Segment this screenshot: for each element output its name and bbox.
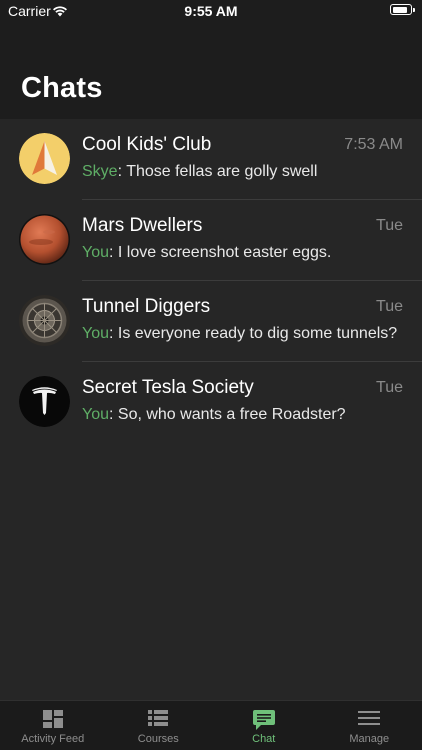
chat-name: Secret Tesla Society xyxy=(82,377,254,398)
page-title: Chats xyxy=(21,72,103,104)
clock: 9:55 AM xyxy=(184,3,238,19)
tab-label: Activity Feed xyxy=(21,733,85,745)
chat-list: Cool Kids' Club 7:53 AM Skye: Those fell… xyxy=(0,119,422,443)
tesla-logo-avatar xyxy=(19,376,70,427)
tab-label: Chat xyxy=(252,733,276,745)
chat-sender: You xyxy=(82,406,109,423)
tab-courses[interactable]: Courses xyxy=(106,701,212,750)
menu-icon xyxy=(358,711,381,725)
chat-preview: Skye: Those fellas are golly swell xyxy=(82,163,318,180)
navigation-bar: Chats xyxy=(0,22,422,119)
chat-timestamp: Tue xyxy=(376,379,403,396)
chat-row-mars-dwellers[interactable]: Mars Dwellers Tue You: I love screenshot… xyxy=(0,200,422,281)
chat-sender: You xyxy=(82,325,109,342)
tab-manage[interactable]: Manage xyxy=(317,701,422,750)
chat-bubble-icon xyxy=(252,710,275,730)
chat-preview: You: Is everyone ready to dig some tunne… xyxy=(82,325,398,342)
chat-preview: You: I love screenshot easter eggs. xyxy=(82,244,332,261)
list-icon xyxy=(148,710,169,726)
chat-message: Those fellas are golly swell xyxy=(126,163,318,180)
tab-label: Manage xyxy=(349,733,390,745)
tab-bar: Activity Feed Courses Chat Manage xyxy=(0,700,422,750)
chat-row-cool-kids-club[interactable]: Cool Kids' Club 7:53 AM Skye: Those fell… xyxy=(0,119,422,200)
battery-icon xyxy=(390,4,415,15)
chat-preview: You: So, who wants a free Roadster? xyxy=(82,406,346,423)
chat-timestamp: Tue xyxy=(376,298,403,315)
tunnel-boring-machine-avatar xyxy=(19,295,70,346)
tab-chat[interactable]: Chat xyxy=(211,701,317,750)
chat-row-secret-tesla-society[interactable]: Secret Tesla Society Tue You: So, who wa… xyxy=(0,362,422,443)
chat-sender: Skye xyxy=(82,163,118,180)
chat-message: I love screenshot easter eggs. xyxy=(117,244,332,261)
mars-avatar xyxy=(19,214,70,265)
tab-activity-feed[interactable]: Activity Feed xyxy=(0,701,106,750)
chat-name: Tunnel Diggers xyxy=(82,296,211,317)
dashboard-icon xyxy=(42,710,63,728)
status-bar: Carrier 9:55 AM xyxy=(0,0,422,22)
chat-name: Cool Kids' Club xyxy=(82,134,212,155)
chat-timestamp: 7:53 AM xyxy=(344,136,403,153)
chat-message: Is everyone ready to dig some tunnels? xyxy=(117,325,398,342)
chat-sender: You xyxy=(82,244,109,261)
tab-label: Courses xyxy=(137,733,179,745)
chat-row-tunnel-diggers[interactable]: Tunnel Diggers Tue You: Is everyone read… xyxy=(0,281,422,362)
pyramid-logo-avatar xyxy=(19,133,70,184)
chat-message: So, who wants a free Roadster? xyxy=(117,406,346,423)
chat-name: Mars Dwellers xyxy=(82,215,203,236)
chat-timestamp: Tue xyxy=(376,217,403,234)
